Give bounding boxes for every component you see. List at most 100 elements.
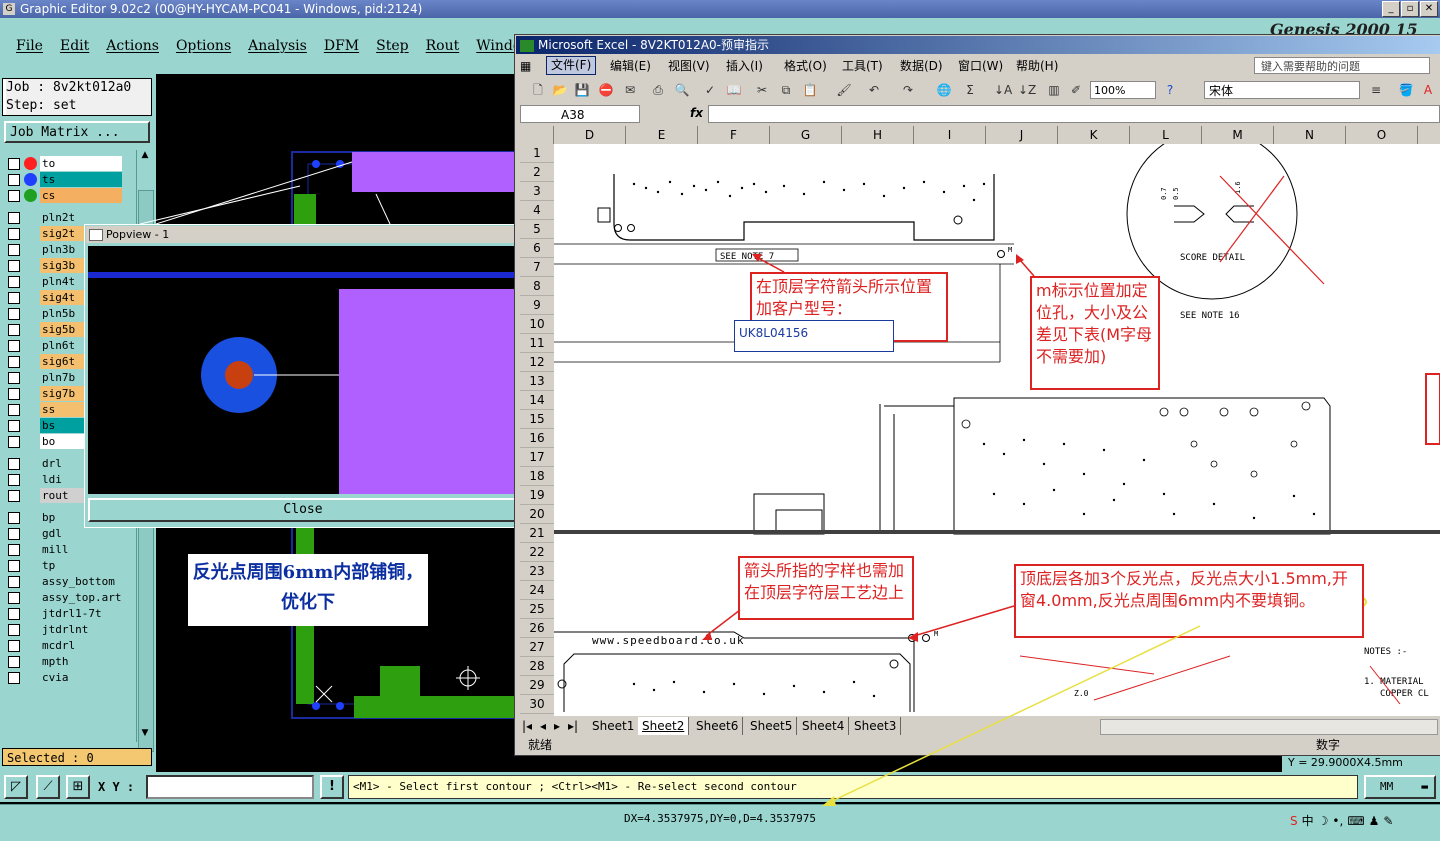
layer-row[interactable]: pln2t: [4, 210, 126, 225]
tab-first-icon[interactable]: |◂: [522, 717, 532, 735]
layer-row[interactable]: to: [4, 156, 126, 171]
column-header[interactable]: I: [914, 126, 986, 144]
ime-zh-icon[interactable]: 中: [1302, 812, 1314, 829]
job-matrix-button[interactable]: Job Matrix ...: [4, 121, 150, 143]
row-header[interactable]: 10: [520, 315, 554, 334]
layer-checkbox[interactable]: [8, 512, 20, 524]
row-header[interactable]: 22: [520, 543, 554, 562]
excel-menu-edit[interactable]: 编辑(E): [610, 56, 651, 76]
layer-name[interactable]: assy_top.art: [40, 590, 122, 605]
row-header[interactable]: 11: [520, 334, 554, 353]
row-header[interactable]: 9: [520, 296, 554, 315]
row-header[interactable]: 4: [520, 201, 554, 220]
layer-checkbox[interactable]: [8, 244, 20, 256]
tab-sheet5[interactable]: Sheet5: [746, 717, 798, 735]
layer-checkbox[interactable]: [8, 308, 20, 320]
zoom-area-icon[interactable]: ◸: [4, 775, 28, 799]
sort-desc-icon[interactable]: ↓Z: [1018, 82, 1036, 98]
row-header[interactable]: 20: [520, 505, 554, 524]
comma-icon[interactable]: •,: [1332, 814, 1343, 828]
horizontal-scrollbar[interactable]: [1100, 719, 1438, 735]
row-header[interactable]: 27: [520, 638, 554, 657]
layer-row[interactable]: assy_bottom: [4, 574, 126, 589]
row-header[interactable]: 28: [520, 657, 554, 676]
column-header[interactable]: E: [626, 126, 698, 144]
column-header[interactable]: K: [1058, 126, 1130, 144]
layer-name[interactable]: pln2t: [40, 210, 122, 225]
tab-sheet6[interactable]: Sheet6: [692, 717, 744, 735]
tab-last-icon[interactable]: ▸|: [568, 717, 578, 735]
tab-sheet1[interactable]: Sheet1: [588, 717, 640, 735]
column-header[interactable]: J: [986, 126, 1058, 144]
name-box[interactable]: A38: [520, 105, 640, 123]
row-header[interactable]: 17: [520, 448, 554, 467]
column-header[interactable]: L: [1130, 126, 1202, 144]
layer-checkbox[interactable]: [8, 190, 20, 202]
row-header[interactable]: 3: [520, 182, 554, 201]
column-header[interactable]: G: [770, 126, 842, 144]
layer-checkbox[interactable]: [8, 340, 20, 352]
layer-name[interactable]: mill: [40, 542, 122, 557]
layer-row[interactable]: mcdrl: [4, 638, 126, 653]
formula-bar[interactable]: [708, 105, 1440, 123]
layer-name[interactable]: mcdrl: [40, 638, 122, 653]
drawing-icon[interactable]: ✐: [1068, 82, 1084, 98]
keyboard-icon[interactable]: ⌨: [1347, 814, 1364, 828]
row-header[interactable]: 30: [520, 695, 554, 714]
close-button[interactable]: ✕: [1420, 1, 1438, 17]
layer-checkbox[interactable]: [8, 576, 20, 588]
layer-checkbox[interactable]: [8, 292, 20, 304]
layer-name[interactable]: cs: [40, 188, 122, 203]
layer-row[interactable]: mpth: [4, 654, 126, 669]
column-header[interactable]: H: [842, 126, 914, 144]
scroll-down-icon[interactable]: ▼: [138, 728, 152, 742]
layer-color-dot[interactable]: [24, 157, 37, 170]
wrench-icon[interactable]: ✎: [1383, 814, 1393, 828]
layer-name[interactable]: tp: [40, 558, 122, 573]
layer-checkbox[interactable]: [8, 436, 20, 448]
layer-name[interactable]: ts: [40, 172, 122, 187]
copy-icon[interactable]: ⧉: [778, 82, 794, 98]
paste-icon[interactable]: 📋: [802, 82, 818, 98]
spelling-icon[interactable]: ✓: [702, 82, 718, 98]
row-header[interactable]: 1: [520, 144, 554, 163]
row-header[interactable]: 16: [520, 429, 554, 448]
user-icon[interactable]: ♟: [1369, 814, 1380, 828]
excel-menu-insert[interactable]: 插入(I): [726, 56, 763, 76]
snap-grid-icon[interactable]: ⊞: [66, 775, 90, 799]
layer-checkbox[interactable]: [8, 672, 20, 684]
menu-step[interactable]: Step: [376, 38, 408, 54]
layer-name[interactable]: cvia: [40, 670, 122, 685]
excel-menu-format[interactable]: 格式(O): [784, 56, 827, 76]
layer-checkbox[interactable]: [8, 490, 20, 502]
layer-checkbox[interactable]: [8, 592, 20, 604]
chart-wizard-icon[interactable]: ▥: [1046, 82, 1062, 98]
menu-actions[interactable]: Actions: [106, 38, 159, 54]
layer-checkbox[interactable]: [8, 324, 20, 336]
column-header[interactable]: D: [554, 126, 626, 144]
popview-close-button[interactable]: Close: [88, 498, 518, 522]
measure-icon[interactable]: ⟋: [36, 775, 60, 799]
layer-name[interactable]: gdl: [40, 526, 122, 541]
layer-checkbox[interactable]: [8, 420, 20, 432]
row-header[interactable]: 21: [520, 524, 554, 543]
column-header[interactable]: F: [698, 126, 770, 144]
alert-icon[interactable]: !: [320, 775, 344, 799]
tab-sheet2[interactable]: Sheet2: [638, 717, 690, 735]
font-color-icon[interactable]: A: [1420, 82, 1436, 98]
autosum-icon[interactable]: Σ: [962, 82, 978, 98]
layer-name[interactable]: assy_bottom: [40, 574, 122, 589]
excel-menu-data[interactable]: 数据(D): [900, 56, 943, 76]
xy-input[interactable]: [146, 775, 314, 799]
menu-file[interactable]: File: [16, 38, 43, 54]
row-header[interactable]: 26: [520, 619, 554, 638]
layer-row[interactable]: assy_top.art: [4, 590, 126, 605]
permission-icon[interactable]: ⛔: [598, 82, 614, 98]
layer-name[interactable]: to: [40, 156, 122, 171]
minimize-button[interactable]: _: [1382, 1, 1400, 17]
row-header[interactable]: 24: [520, 581, 554, 600]
font-select[interactable]: 宋体: [1204, 81, 1360, 99]
row-header[interactable]: 6: [520, 239, 554, 258]
moon-icon[interactable]: ☽: [1318, 814, 1329, 828]
excel-menu-help[interactable]: 帮助(H): [1016, 56, 1058, 76]
